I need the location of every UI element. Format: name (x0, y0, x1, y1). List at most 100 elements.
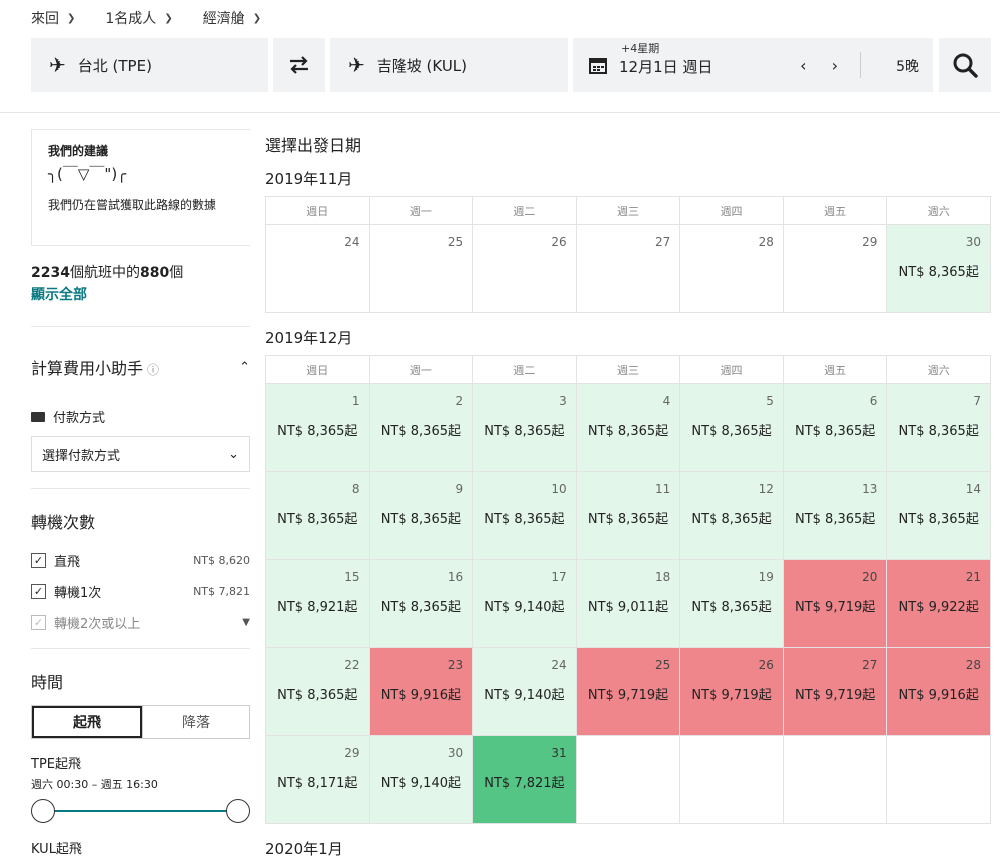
recommendation-card: 我們的建議 ╮(￣▽￣")╭ 我們仍在嘗試獲取此路線的數據 (31, 129, 250, 246)
reco-emoticon: ╮(￣▽￣")╭ (48, 165, 127, 183)
calendar-day[interactable]: 22 NT$ 8,365起 (266, 648, 370, 736)
day-price: NT$ 8,365起 (587, 512, 669, 527)
flight-count: 2234個航班中的880個 (31, 262, 250, 282)
calendar-day[interactable]: 29 NT$ 8,171起 (266, 736, 370, 824)
weekday-header: 週六 (887, 197, 991, 225)
date-field[interactable]: +4星期 12月1日 週日 ‹ › 5晚 (573, 38, 933, 92)
stops-option-one[interactable]: ✓ 轉機1次 NT$ 7,821 (31, 582, 250, 601)
day-number: 27 (862, 658, 878, 672)
calendar-day[interactable]: 6 NT$ 8,365起 (783, 384, 888, 472)
slider-handle-end[interactable] (226, 799, 250, 823)
day-number: 28 (965, 658, 981, 672)
tab-arrive[interactable]: 降落 (142, 706, 249, 738)
calendar-day[interactable]: 27 NT$ 9,719起 (783, 648, 888, 736)
month-grid: 週日 週一 週二 週三 週四 週五 週六 1 NT$ 8,365起 2 NT$ 8,365起 3 NT$… (265, 355, 991, 824)
destination-value: 吉隆坡 (KUL) (376, 56, 468, 75)
day-price: NT$ 9,140起 (380, 776, 461, 791)
calendar-day[interactable]: 24 (266, 225, 370, 313)
cabin-dropdown[interactable]: 經濟艙 ❯ (203, 8, 261, 28)
calendar-day[interactable]: 18 NT$ 9,011起 (576, 560, 681, 648)
calendar-day[interactable]: 24 NT$ 9,140起 (473, 648, 577, 736)
calc-helper-header[interactable]: 計算費用小助手 ⓘ ⌃ (31, 355, 250, 379)
trip-type-label: 來回 (31, 11, 59, 27)
weekday-header: 週五 (783, 356, 888, 384)
calendar-day[interactable]: 3 NT$ 8,365起 (473, 384, 577, 472)
day-price: NT$ 8,365起 (380, 600, 461, 615)
calendar-day[interactable]: 16 NT$ 8,365起 (369, 560, 474, 648)
count-total: 2234 (31, 265, 70, 281)
calendar-day[interactable]: 27 (576, 225, 681, 313)
calendar-day[interactable]: 29 (783, 225, 888, 313)
day-number: 18 (655, 570, 671, 584)
calendar-day[interactable]: 7 NT$ 8,365起 (887, 384, 991, 472)
day-number: 11 (655, 482, 671, 496)
stops-option-two-plus[interactable]: ✓ 轉機2次或以上 ▼ (31, 613, 250, 632)
calendar-day[interactable]: 20 NT$ 9,719起 (783, 560, 888, 648)
calendar-day[interactable]: 26 NT$ 9,719起 (680, 648, 784, 736)
calendar-day[interactable]: 19 NT$ 8,365起 (680, 560, 784, 648)
calendar-day[interactable]: 30 NT$ 8,365起 (887, 225, 991, 313)
day-price: NT$ 9,011起 (587, 600, 669, 615)
nights-value[interactable]: 5晚 (896, 56, 919, 76)
calendar-day[interactable]: 4 NT$ 8,365起 (576, 384, 681, 472)
calendar-day[interactable]: 25 (369, 225, 474, 313)
weekday-header: 週六 (887, 356, 991, 384)
day-number: 8 (351, 482, 360, 496)
passengers-dropdown[interactable]: 1名成人 ❯ (105, 8, 172, 28)
calendar-day[interactable]: 9 NT$ 8,365起 (369, 472, 474, 560)
show-all-link[interactable]: 顯示全部 (31, 284, 250, 304)
day-number: 21 (965, 570, 981, 584)
calendar-day[interactable]: 13 NT$ 8,365起 (783, 472, 888, 560)
checkbox-disabled-icon[interactable]: ✓ (31, 615, 46, 630)
day-number: 29 (862, 235, 878, 249)
day-number: 3 (559, 394, 567, 408)
checkbox-checked-icon[interactable]: ✓ (31, 584, 46, 599)
day-price: NT$ 8,365起 (898, 265, 979, 280)
destination-field[interactable]: ✈ 吉隆坡 (KUL) (330, 38, 568, 92)
trip-type-dropdown[interactable]: 來回 ❯ (31, 8, 75, 28)
tab-depart[interactable]: 起飛 (32, 706, 142, 738)
weekday-header: 週四 (680, 197, 784, 225)
calendar-day[interactable]: 25 NT$ 9,719起 (576, 648, 681, 736)
search-button[interactable] (939, 38, 991, 92)
calendar-day[interactable]: 12 NT$ 8,365起 (680, 472, 784, 560)
calendar-day[interactable]: 28 (680, 225, 784, 313)
checkbox-checked-icon[interactable]: ✓ (31, 553, 46, 568)
day-number: 30 (965, 235, 981, 249)
day-number: 1 (351, 394, 360, 408)
stops-option-direct[interactable]: ✓ 直飛 NT$ 8,620 (31, 551, 250, 570)
filters-sidebar: 我們的建議 ╮(￣▽￣")╭ 我們仍在嘗試獲取此路線的數據 2234個航班中的8… (31, 112, 250, 857)
date-nav-arrows[interactable]: ‹ › (800, 56, 848, 75)
calendar-day[interactable]: 30 NT$ 9,140起 (369, 736, 474, 824)
calendar-day[interactable]: 14 NT$ 8,365起 (887, 472, 991, 560)
day-number: 26 (551, 235, 567, 249)
chevron-up-icon[interactable]: ⌃ (239, 360, 250, 375)
calendar-day[interactable]: 1 NT$ 8,365起 (266, 384, 370, 472)
day-number: 7 (973, 394, 981, 408)
day-number: 28 (758, 235, 774, 249)
day-price: NT$ 8,365起 (691, 424, 772, 439)
calendar-day[interactable]: 17 NT$ 9,140起 (473, 560, 577, 648)
calendar-day[interactable]: 11 NT$ 8,365起 (576, 472, 681, 560)
calendar-day[interactable]: 10 NT$ 8,365起 (473, 472, 577, 560)
day-price: NT$ 8,365起 (691, 512, 772, 527)
info-icon[interactable]: ⓘ (147, 363, 159, 377)
weekday-header: 週二 (473, 197, 577, 225)
slider-handle-start[interactable] (31, 799, 55, 823)
day-number: 20 (862, 570, 878, 584)
origin-field[interactable]: ✈ 台北 (TPE) (31, 38, 268, 92)
swap-button[interactable] (273, 38, 325, 92)
payment-select[interactable]: 選擇付款方式 ⌄ (31, 436, 250, 472)
calendar-day[interactable]: 15 NT$ 8,921起 (266, 560, 370, 648)
calendar-day[interactable]: 21 NT$ 9,922起 (887, 560, 991, 648)
calendar-day[interactable]: 23 NT$ 9,916起 (369, 648, 474, 736)
day-number: 25 (655, 658, 671, 672)
calendar-empty-cell (887, 736, 991, 824)
calendar-day[interactable]: 26 (473, 225, 577, 313)
calendar-day[interactable]: 8 NT$ 8,365起 (266, 472, 370, 560)
tpe-time-slider[interactable] (31, 798, 250, 824)
calendar-day[interactable]: 5 NT$ 8,365起 (680, 384, 784, 472)
calendar-day[interactable]: 28 NT$ 9,916起 (887, 648, 991, 736)
calendar-day[interactable]: 2 NT$ 8,365起 (369, 384, 474, 472)
calendar-day[interactable]: 31 NT$ 7,821起 (473, 736, 577, 824)
